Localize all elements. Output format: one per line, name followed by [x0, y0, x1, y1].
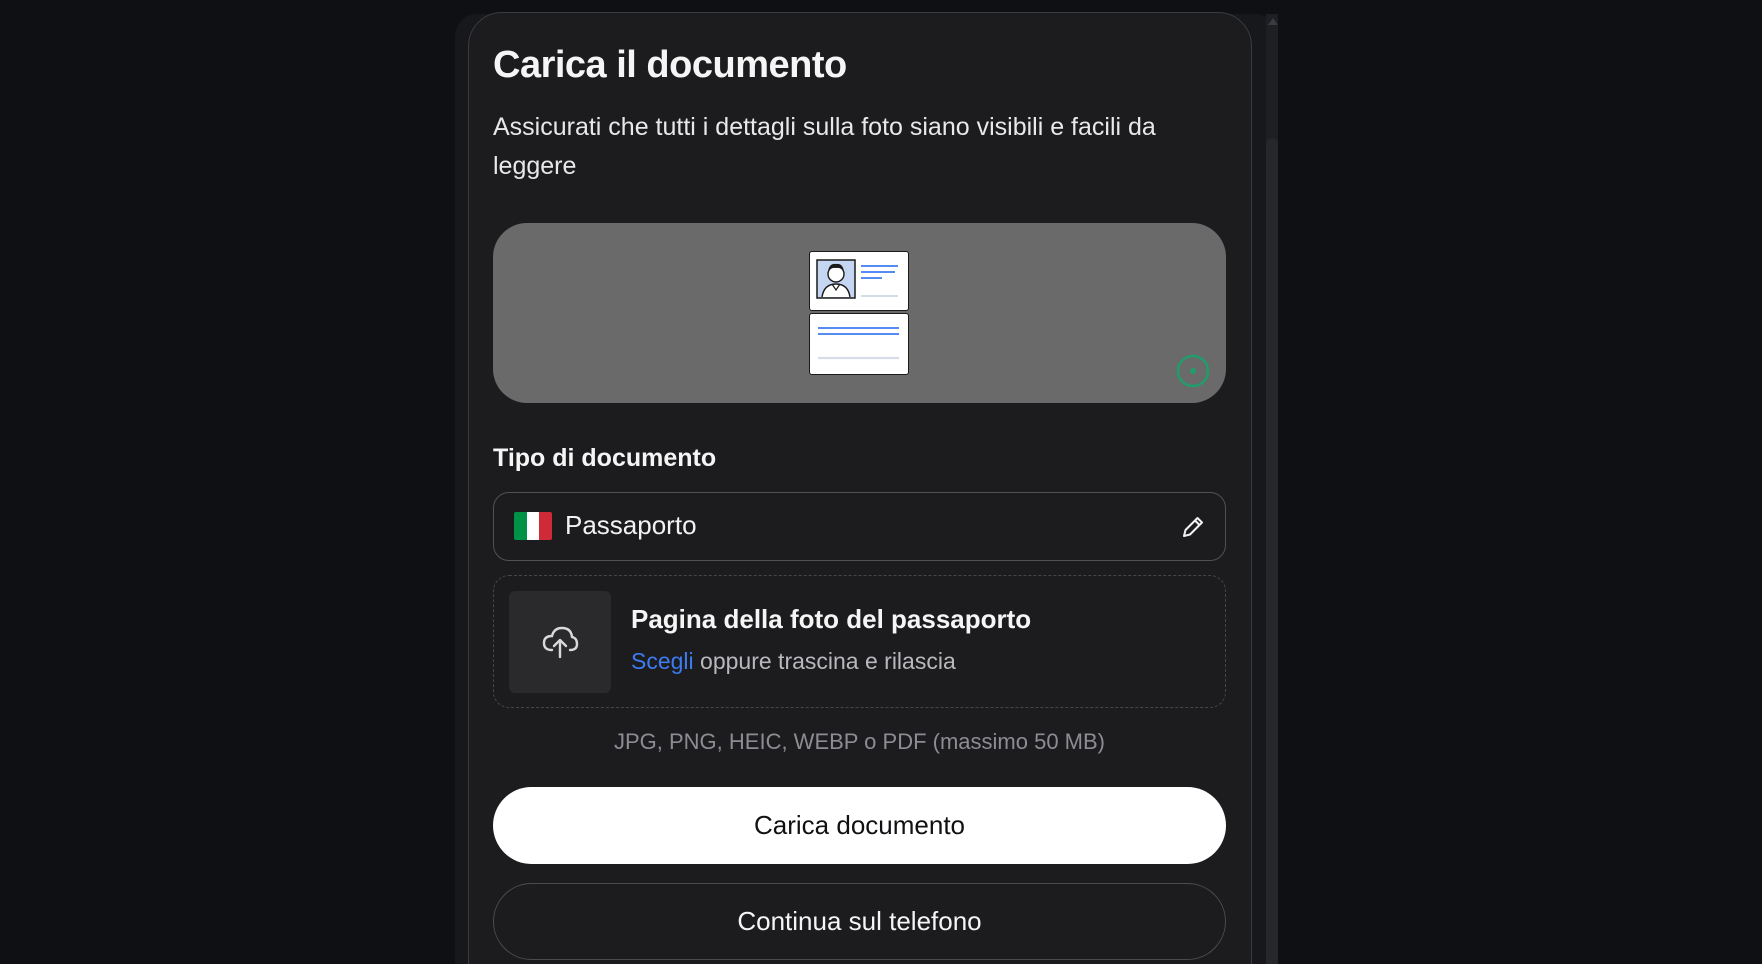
- upload-document-button[interactable]: Carica documento: [493, 787, 1226, 864]
- page-stage: Carica il documento Assicurati che tutti…: [0, 0, 1762, 964]
- dropzone-hint: oppure trascina e rilascia: [700, 648, 956, 674]
- document-type-value: Passaporto: [565, 510, 697, 540]
- italy-flag-icon: [514, 512, 552, 540]
- document-type-selector[interactable]: Passaporto: [493, 492, 1226, 561]
- cloud-upload-icon: [542, 626, 579, 659]
- passport-upload-dropzone[interactable]: Pagina della foto del passaporto Scegli …: [493, 575, 1226, 708]
- accepted-formats-note: JPG, PNG, HEIC, WEBP o PDF (massimo 50 M…: [613, 729, 1105, 754]
- continue-on-phone-button[interactable]: Continua sul telefono: [493, 883, 1226, 960]
- id-document-illustration: [809, 251, 909, 311]
- scrollbar-thumb[interactable]: [1266, 138, 1278, 964]
- scroll-up-arrow-icon[interactable]: [1268, 18, 1278, 25]
- dropzone-title: Pagina della foto del passaporto: [631, 604, 1032, 634]
- page-title: Carica il documento: [493, 44, 847, 86]
- dropzone-instructions: Scegli oppure trascina e rilascia: [631, 648, 956, 675]
- page-subtitle: Assicurati che tutti i dettagli sulla fo…: [493, 113, 1156, 180]
- progress-ring-icon: [1176, 354, 1210, 388]
- document-type-label: Tipo di documento: [493, 444, 717, 472]
- id-document-back-illustration: [809, 313, 909, 375]
- choose-file-link[interactable]: Scegli: [631, 648, 694, 674]
- upload-tile[interactable]: [509, 591, 611, 693]
- pencil-icon[interactable]: [1179, 513, 1207, 541]
